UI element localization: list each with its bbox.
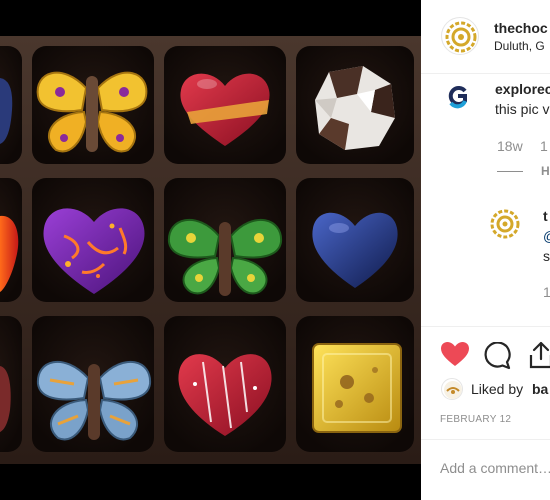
post-side-panel: thechoc Duluth, G explorec this pic v 18… <box>421 0 550 500</box>
add-comment-input[interactable] <box>440 460 550 476</box>
liker-avatar[interactable] <box>441 378 463 400</box>
reply-username[interactable]: t <box>543 208 548 224</box>
post-actions: Liked by ba FEBRUARY 12 <box>421 326 550 500</box>
comment-text: this pic v <box>495 101 550 117</box>
reply-avatar[interactable] <box>488 207 522 241</box>
owner-location[interactable]: Duluth, G <box>494 39 545 53</box>
reply-timestamp[interactable]: 1 <box>543 284 550 300</box>
g-logo-icon <box>445 83 471 109</box>
gold-swirl-logo-icon <box>445 21 477 53</box>
commenter-avatar[interactable] <box>443 81 473 111</box>
liked-by-username[interactable]: ba <box>532 381 548 397</box>
comment-like-count[interactable]: 1 <box>540 138 548 154</box>
commenter-username[interactable]: explorec <box>495 81 550 97</box>
speech-bubble-icon[interactable] <box>483 342 511 370</box>
post-header: thechoc Duluth, G <box>421 0 550 74</box>
chocolate-box-image <box>0 36 421 464</box>
owner-avatar[interactable] <box>441 17 479 55</box>
chocolate-gold-square <box>312 343 402 433</box>
reply-text: s <box>543 248 550 264</box>
view-replies-button[interactable]: H <box>541 164 550 178</box>
owner-username[interactable]: thechoc <box>494 20 548 36</box>
liked-by-label: Liked by <box>471 381 524 397</box>
post-date[interactable]: FEBRUARY 12 <box>440 414 511 425</box>
add-comment-section <box>421 439 550 500</box>
gold-swirl-logo-icon <box>490 209 520 239</box>
heart-filled-icon[interactable] <box>440 341 470 367</box>
share-arrow-icon[interactable] <box>528 341 550 369</box>
small-logo-icon <box>444 381 462 399</box>
comment-timestamp[interactable]: 18w <box>497 138 523 154</box>
post-photo[interactable] <box>0 0 421 500</box>
replies-divider <box>497 171 523 172</box>
reply-mention[interactable]: @ <box>543 228 550 244</box>
